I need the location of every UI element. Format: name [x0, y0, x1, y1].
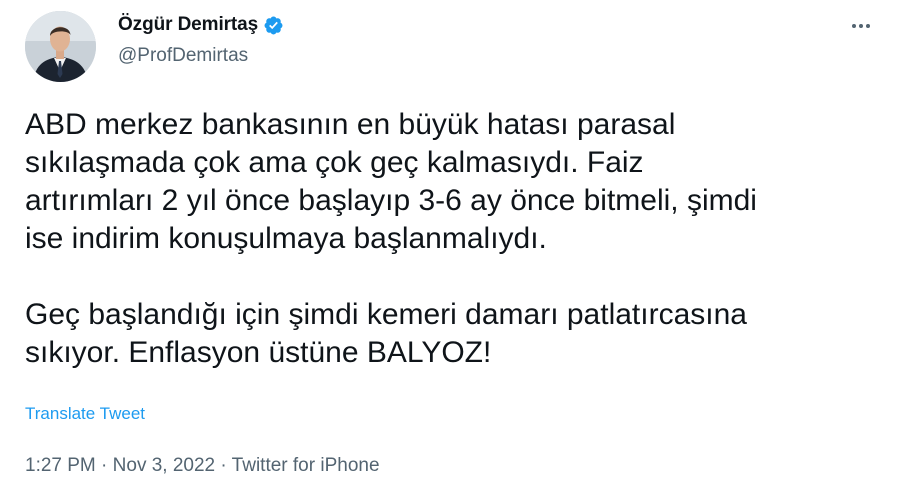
author-display-name[interactable]: Özgür Demirtaş	[118, 14, 258, 36]
more-options-button[interactable]	[846, 14, 876, 38]
author-handle[interactable]: @ProfDemirtas	[118, 45, 248, 67]
profile-photo-icon	[25, 11, 96, 82]
tweet-source[interactable]: Twitter for iPhone	[232, 455, 380, 476]
tweet-meta: 1:27 PM · Nov 3, 2022 · Twitter for iPho…	[25, 455, 380, 477]
translate-tweet-link[interactable]: Translate Tweet	[25, 404, 145, 424]
more-horizontal-icon	[852, 24, 870, 28]
verified-badge-icon	[263, 15, 284, 36]
tweet-text: ABD merkez bankasının en büyük hatası pa…	[25, 108, 757, 369]
tweet-card: Özgür Demirtaş @ProfDemirtas ABD merkez …	[0, 0, 900, 488]
tweet-date[interactable]: Nov 3, 2022	[113, 455, 215, 476]
author-name-row[interactable]: Özgür Demirtaş	[118, 13, 284, 37]
avatar[interactable]	[25, 11, 96, 82]
tweet-time[interactable]: 1:27 PM	[25, 455, 96, 476]
meta-separator: ·	[220, 455, 232, 476]
meta-separator: ·	[101, 455, 113, 476]
